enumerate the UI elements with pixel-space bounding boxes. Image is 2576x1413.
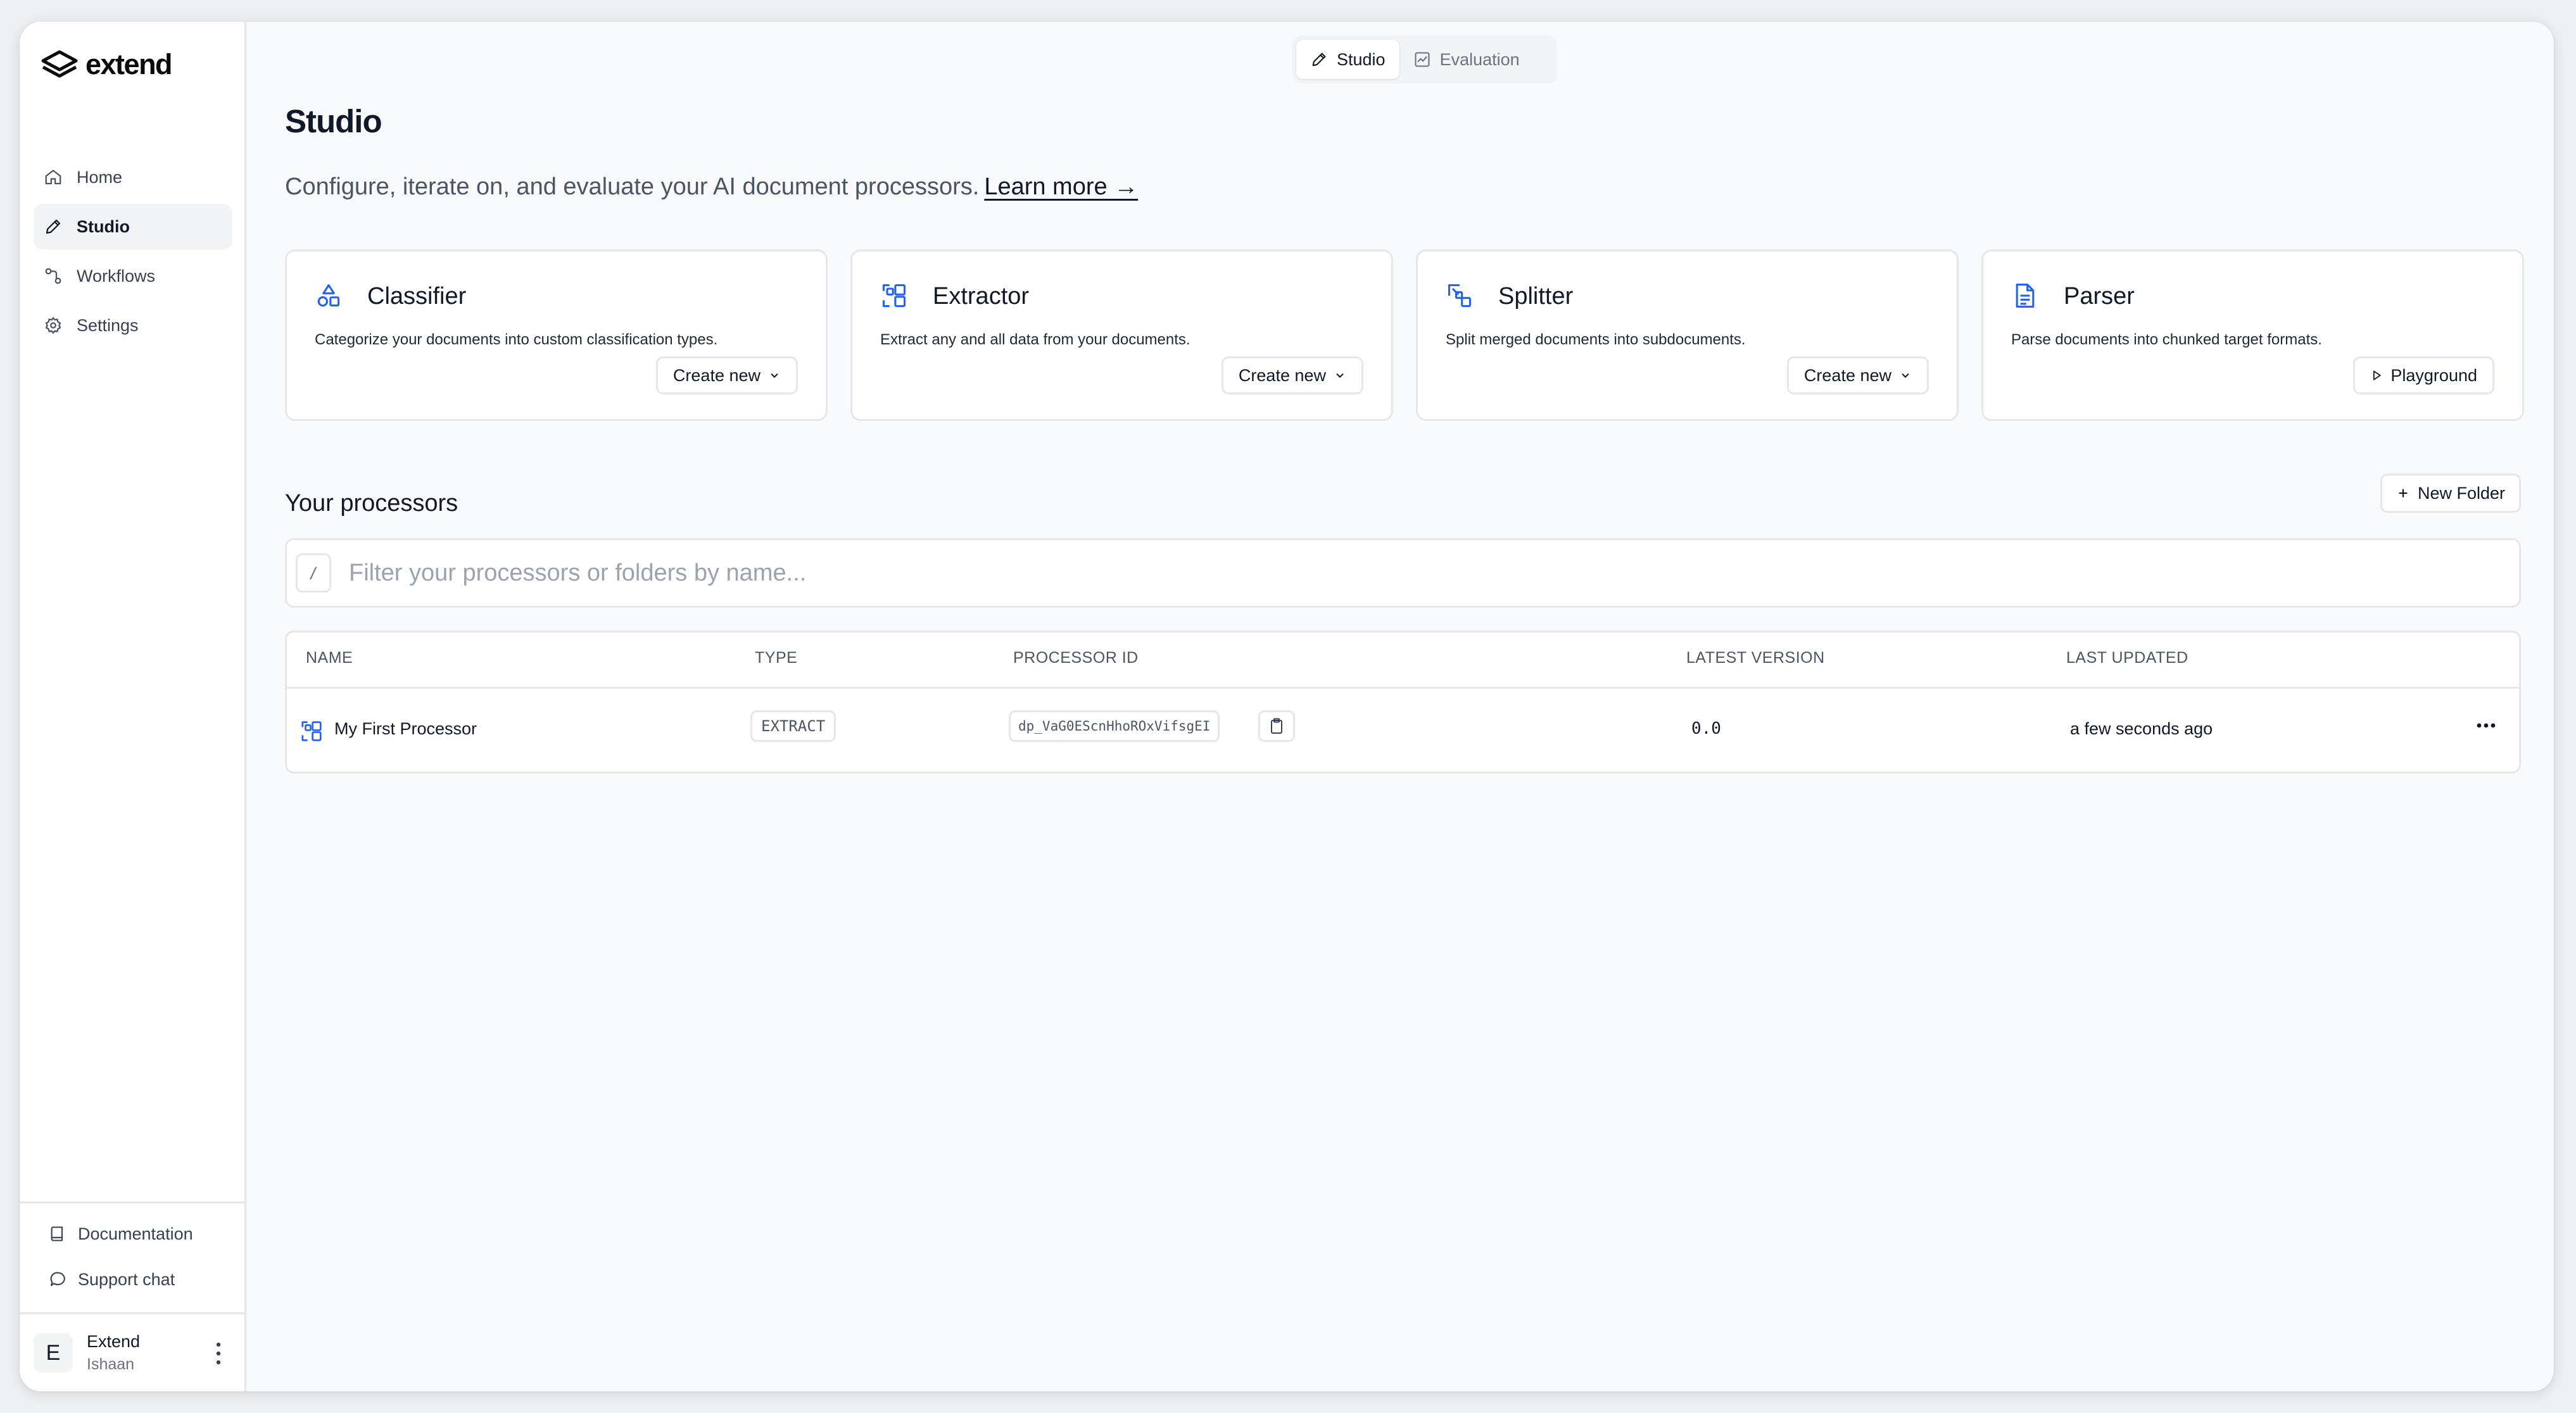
support-chat-link[interactable]: Support chat xyxy=(20,1257,244,1302)
support-chat-label: Support chat xyxy=(78,1269,175,1289)
sidebar-item-label: Studio xyxy=(77,217,130,236)
avatar: E xyxy=(34,1333,73,1372)
processors-section-title: Your processors xyxy=(285,490,458,517)
user-account[interactable]: E Extend Ishaan xyxy=(20,1314,244,1391)
column-header-processor-id: PROCESSOR ID xyxy=(1013,649,1139,667)
processor-name[interactable]: My First Processor xyxy=(334,719,477,739)
vertical-dots-icon[interactable] xyxy=(214,1341,223,1366)
extractor-card: Extractor Extract any and all data from … xyxy=(850,249,1393,421)
shapes-icon xyxy=(317,284,340,307)
gear-icon xyxy=(45,317,61,334)
card-title: Classifier xyxy=(367,283,467,310)
button-label: Create new xyxy=(1238,365,1326,385)
chevron-down-icon xyxy=(1336,373,1344,378)
card-description: Categorize your documents into custom cl… xyxy=(315,331,718,348)
sidebar-item-workflows[interactable]: Workflows xyxy=(34,253,232,299)
logo-text: extend xyxy=(85,48,173,80)
learn-more-link[interactable]: Learn more → xyxy=(984,173,1138,200)
pencil-icon xyxy=(46,219,61,234)
plus-icon xyxy=(2399,489,2408,498)
card-description: Split merged documents into subdocuments… xyxy=(1446,331,1746,348)
card-title: Extractor xyxy=(933,283,1030,310)
home-icon xyxy=(45,170,61,185)
user-name: Ishaan xyxy=(87,1355,135,1373)
clipboard-icon xyxy=(1271,718,1282,734)
sidebar: extend Home Studio Workflows Settings Do… xyxy=(20,22,246,1391)
column-header-name: NAME xyxy=(306,649,353,667)
create-new-classifier-button[interactable]: Create new xyxy=(655,356,798,394)
classifier-card: Classifier Categorize your documents int… xyxy=(285,249,828,421)
button-label: New Folder xyxy=(2417,483,2505,503)
tab-label: Studio xyxy=(1337,49,1386,69)
column-header-latest-version: LATEST VERSION xyxy=(1686,649,1825,667)
documentation-label: Documentation xyxy=(78,1224,193,1243)
extract-icon xyxy=(301,721,322,741)
logo[interactable]: extend xyxy=(40,46,173,84)
chevron-down-icon xyxy=(1902,373,1909,378)
user-org: Extend xyxy=(87,1332,141,1351)
workflow-icon xyxy=(45,268,61,284)
parser-card: Parser Parse documents into chunked targ… xyxy=(1981,249,2524,421)
pencil-icon xyxy=(1312,53,1326,66)
sidebar-item-home[interactable]: Home xyxy=(34,154,232,200)
column-header-last-updated: LAST UPDATED xyxy=(2066,649,2188,667)
playground-button[interactable]: Playground xyxy=(2353,356,2494,394)
button-label: Playground xyxy=(2390,365,2477,385)
create-new-splitter-button[interactable]: Create new xyxy=(1786,356,1929,394)
splitter-card: Splitter Split merged documents into sub… xyxy=(1416,249,1959,421)
column-header-type: TYPE xyxy=(755,649,798,667)
split-icon xyxy=(1448,284,1472,308)
table-header: NAME TYPE PROCESSOR ID LATEST VERSION LA… xyxy=(287,632,2519,689)
button-label: Create new xyxy=(1803,365,1891,385)
new-folder-button[interactable]: New Folder xyxy=(2380,474,2521,513)
main-content: Studio Evaluation Studio Configure, iter… xyxy=(246,22,2554,1391)
sidebar-footer: Documentation Support chat E Extend Isha… xyxy=(20,1202,244,1391)
book-icon xyxy=(51,1226,63,1241)
chat-bubble-icon xyxy=(50,1272,65,1286)
sidebar-item-label: Settings xyxy=(77,315,139,335)
card-description: Extract any and all data from your docum… xyxy=(880,331,1190,348)
sidebar-item-settings[interactable]: Settings xyxy=(34,303,232,348)
chevron-down-icon xyxy=(771,373,778,378)
extract-icon xyxy=(882,284,906,308)
latest-version: 0.0 xyxy=(1691,719,1721,738)
last-updated: a few seconds ago xyxy=(2070,719,2213,738)
documentation-link[interactable]: Documentation xyxy=(20,1211,244,1257)
sidebar-item-studio[interactable]: Studio xyxy=(34,204,232,249)
type-badge: EXTRACT xyxy=(750,710,837,742)
processor-type-cards: Classifier Categorize your documents int… xyxy=(285,249,2524,421)
play-icon xyxy=(2373,370,2382,380)
app-window: extend Home Studio Workflows Settings Do… xyxy=(20,22,2554,1391)
keyboard-shortcut-hint: / xyxy=(296,553,331,593)
filter-bar: / xyxy=(285,538,2521,608)
divider xyxy=(20,1202,244,1203)
mode-toggle: Studio Evaluation xyxy=(1292,35,1557,84)
extend-logo-icon xyxy=(41,50,78,78)
tab-evaluation[interactable]: Evaluation xyxy=(1399,40,1534,79)
document-icon xyxy=(2016,284,2035,308)
page-description: Configure, iterate on, and evaluate your… xyxy=(285,173,1138,201)
more-options-icon[interactable] xyxy=(2476,722,2496,729)
sidebar-nav: Home Studio Workflows Settings xyxy=(34,154,232,352)
card-description: Parse documents into chunked target form… xyxy=(2011,331,2322,348)
tab-label: Evaluation xyxy=(1439,49,1520,69)
chart-box-icon xyxy=(1415,52,1430,67)
button-label: Create new xyxy=(672,365,761,385)
processor-id: dp_VaG0EScnHhoROxVifsgEI xyxy=(1009,710,1220,742)
create-new-extractor-button[interactable]: Create new xyxy=(1221,356,1363,394)
page-title: Studio xyxy=(285,103,382,139)
copy-id-button[interactable] xyxy=(1258,710,1295,742)
sidebar-item-label: Home xyxy=(77,167,123,187)
filter-input[interactable] xyxy=(348,558,2519,587)
user-text: Extend Ishaan xyxy=(87,1332,140,1374)
table-row[interactable]: My First Processor EXTRACT dp_VaG0EScnHh… xyxy=(287,689,2519,774)
card-title: Parser xyxy=(2064,283,2135,310)
processors-table: NAME TYPE PROCESSOR ID LATEST VERSION LA… xyxy=(285,631,2521,774)
sidebar-item-label: Workflows xyxy=(77,266,156,286)
page-description-text: Configure, iterate on, and evaluate your… xyxy=(285,173,980,200)
tab-studio[interactable]: Studio xyxy=(1296,40,1399,79)
card-title: Splitter xyxy=(1498,283,1574,310)
